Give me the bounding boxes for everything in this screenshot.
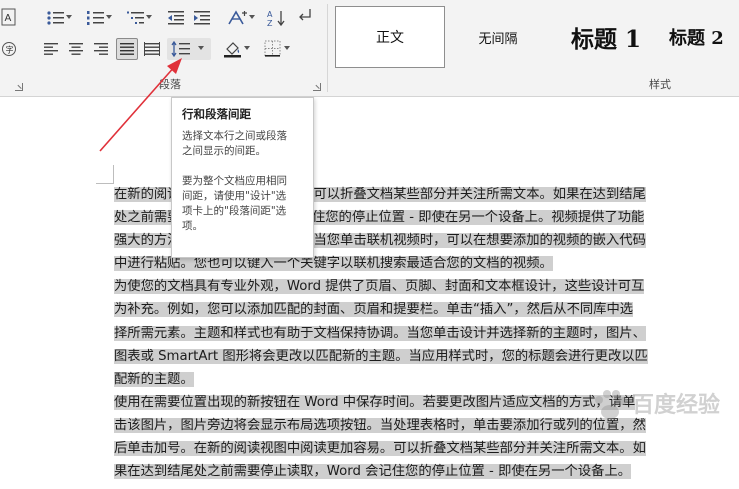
enclosed-char-icon: 字	[1, 41, 17, 57]
tooltip-title: 行和段落间距	[182, 107, 251, 121]
decrease-indent-icon	[167, 10, 185, 26]
tooltip-description: 选择文本行之间或段落 之间显示的间距。	[182, 130, 287, 157]
annotation-arrow	[99, 58, 182, 152]
text-line-content: 为补充。例如，您可以添加匹配的封面、页眉和提要栏。单击“插入”，然后从不同库中选	[114, 302, 634, 318]
text-line-content: 后单击加号。在新的阅读视图中阅读更加容易。可以折叠文档某些部分并关注所需文本。如	[114, 441, 646, 457]
style-heading-1[interactable]: 标题 1	[551, 6, 661, 68]
group-divider	[327, 4, 328, 92]
align-left-button[interactable]	[40, 38, 62, 60]
svg-text:Z: Z	[267, 19, 273, 27]
chevron-down-icon	[249, 15, 255, 19]
text-line-content: 击该图片，图片旁边将会显示布局选项按钮。当处理表格时，单击要添加行或列的位置，然	[114, 417, 646, 433]
text-line: 配新的主题。	[114, 368, 739, 391]
justify-icon	[119, 42, 135, 56]
style-heading-2[interactable]: 标题 2	[669, 6, 739, 68]
bullets-icon	[46, 10, 66, 26]
sort-icon: AZ	[266, 9, 286, 27]
chevron-down-icon	[66, 15, 72, 19]
text-line: 为使您的文档具有专业外观，Word 提供了页眉、页脚、封面和文本框设计，这些设计…	[114, 275, 739, 298]
increase-indent-button[interactable]	[191, 7, 213, 29]
chevron-down-icon	[284, 46, 290, 50]
tooltip-hint: 要为整个文档应用相同 间距，请使用"设计"选 项卡上的"段落间距"选 项。	[182, 175, 287, 232]
bullets-button[interactable]	[39, 7, 73, 29]
text-line: 使用在需要位置出现的新按钮在 Word 中保存时间。若要更改图片适应文档的方式，…	[114, 391, 739, 414]
text-line-content: 配新的主题。	[114, 371, 194, 387]
text-line-content: 中进行粘贴。您也可以键入一个关键字以联机搜索最适合您的文档的视频。	[114, 256, 553, 272]
decrease-indent-button[interactable]	[165, 7, 187, 29]
chevron-down-icon	[198, 46, 204, 50]
shading-icon	[223, 40, 243, 58]
enclose-characters-button[interactable]: 字	[0, 38, 18, 60]
distributed-icon	[144, 42, 160, 56]
styles-group-label: 样式	[649, 78, 671, 91]
borders-icon	[264, 40, 282, 58]
line-spacing-tooltip: 行和段落间距 选择文本行之间或段落 之间显示的间距。 要为整个文档应用相同 间距…	[171, 97, 314, 258]
chevron-down-icon	[146, 15, 152, 19]
text-line-content: 果在达到结尾处之前需要停止读取，Word 会记住您的停止位置 - 即使在另一个设…	[114, 464, 632, 480]
shading-button[interactable]	[216, 38, 250, 60]
svg-text:A: A	[267, 10, 273, 19]
text-line: 后单击加号。在新的阅读视图中阅读更加容易。可以折叠文档某些部分并关注所需文本。如	[114, 437, 739, 460]
style-no-spacing[interactable]: 无间隔	[453, 6, 543, 68]
chevron-down-icon	[106, 15, 112, 19]
text-effects-button[interactable]: A	[0, 6, 18, 28]
text-line: 图表或 SmartArt 图形将会更改以匹配新的主题。当应用样式时，您的标题会进…	[114, 345, 739, 368]
numbering-icon	[86, 10, 106, 26]
svg-text:字: 字	[6, 45, 14, 55]
show-marks-button[interactable]	[294, 4, 316, 26]
multilevel-list-icon	[126, 10, 146, 26]
text-box-icon: A	[1, 8, 17, 26]
increase-indent-icon	[193, 10, 211, 26]
chevron-down-icon	[244, 46, 250, 50]
style-gallery: 正文 无间隔 标题 1 标题 2	[335, 6, 739, 68]
paragraph-mark-icon	[297, 7, 313, 23]
text-line-content: 择所需元素。主题和样式也有助于文档保持协调。当您单击设计并选择新的主题时，图片、	[114, 325, 646, 341]
page-corner-mark	[96, 183, 114, 184]
multilevel-list-button[interactable]	[119, 7, 153, 29]
text-line-content: 图表或 SmartArt 图形将会更改以匹配新的主题。当应用样式时，您的标题会进…	[114, 348, 648, 364]
chinese-layout-button[interactable]	[220, 7, 256, 29]
borders-button[interactable]	[256, 38, 290, 60]
numbering-button[interactable]	[79, 7, 113, 29]
align-right-icon	[93, 42, 109, 56]
sort-button[interactable]: AZ	[265, 7, 287, 29]
align-center-icon	[68, 42, 84, 56]
text-line-content: 为使您的文档具有专业外观，Word 提供了页眉、页脚、封面和文本框设计，这些设计…	[114, 279, 645, 295]
text-line: 果在达到结尾处之前需要停止读取，Word 会记住您的停止位置 - 即使在另一个设…	[114, 460, 739, 483]
align-center-button[interactable]	[65, 38, 87, 60]
page-corner-mark	[113, 165, 114, 183]
dialog-launcher-icon[interactable]	[15, 83, 23, 91]
text-line: 击该图片，图片旁边将会显示布局选项按钮。当处理表格时，单击要添加行或列的位置，然	[114, 414, 739, 437]
text-line: 择所需元素。主题和样式也有助于文档保持协调。当您单击设计并选择新的主题时，图片、	[114, 322, 739, 345]
svg-text:A: A	[5, 13, 12, 24]
text-line-content: 使用在需要位置出现的新按钮在 Word 中保存时间。若要更改图片适应文档的方式，…	[114, 394, 636, 410]
chinese-layout-icon	[227, 9, 249, 27]
paragraph-dialog-launcher-icon[interactable]	[313, 83, 321, 91]
align-left-icon	[43, 42, 59, 56]
text-line: 为补充。例如，您可以添加匹配的封面、页眉和提要栏。单击“插入”，然后从不同库中选	[114, 298, 739, 321]
style-normal[interactable]: 正文	[335, 6, 445, 68]
